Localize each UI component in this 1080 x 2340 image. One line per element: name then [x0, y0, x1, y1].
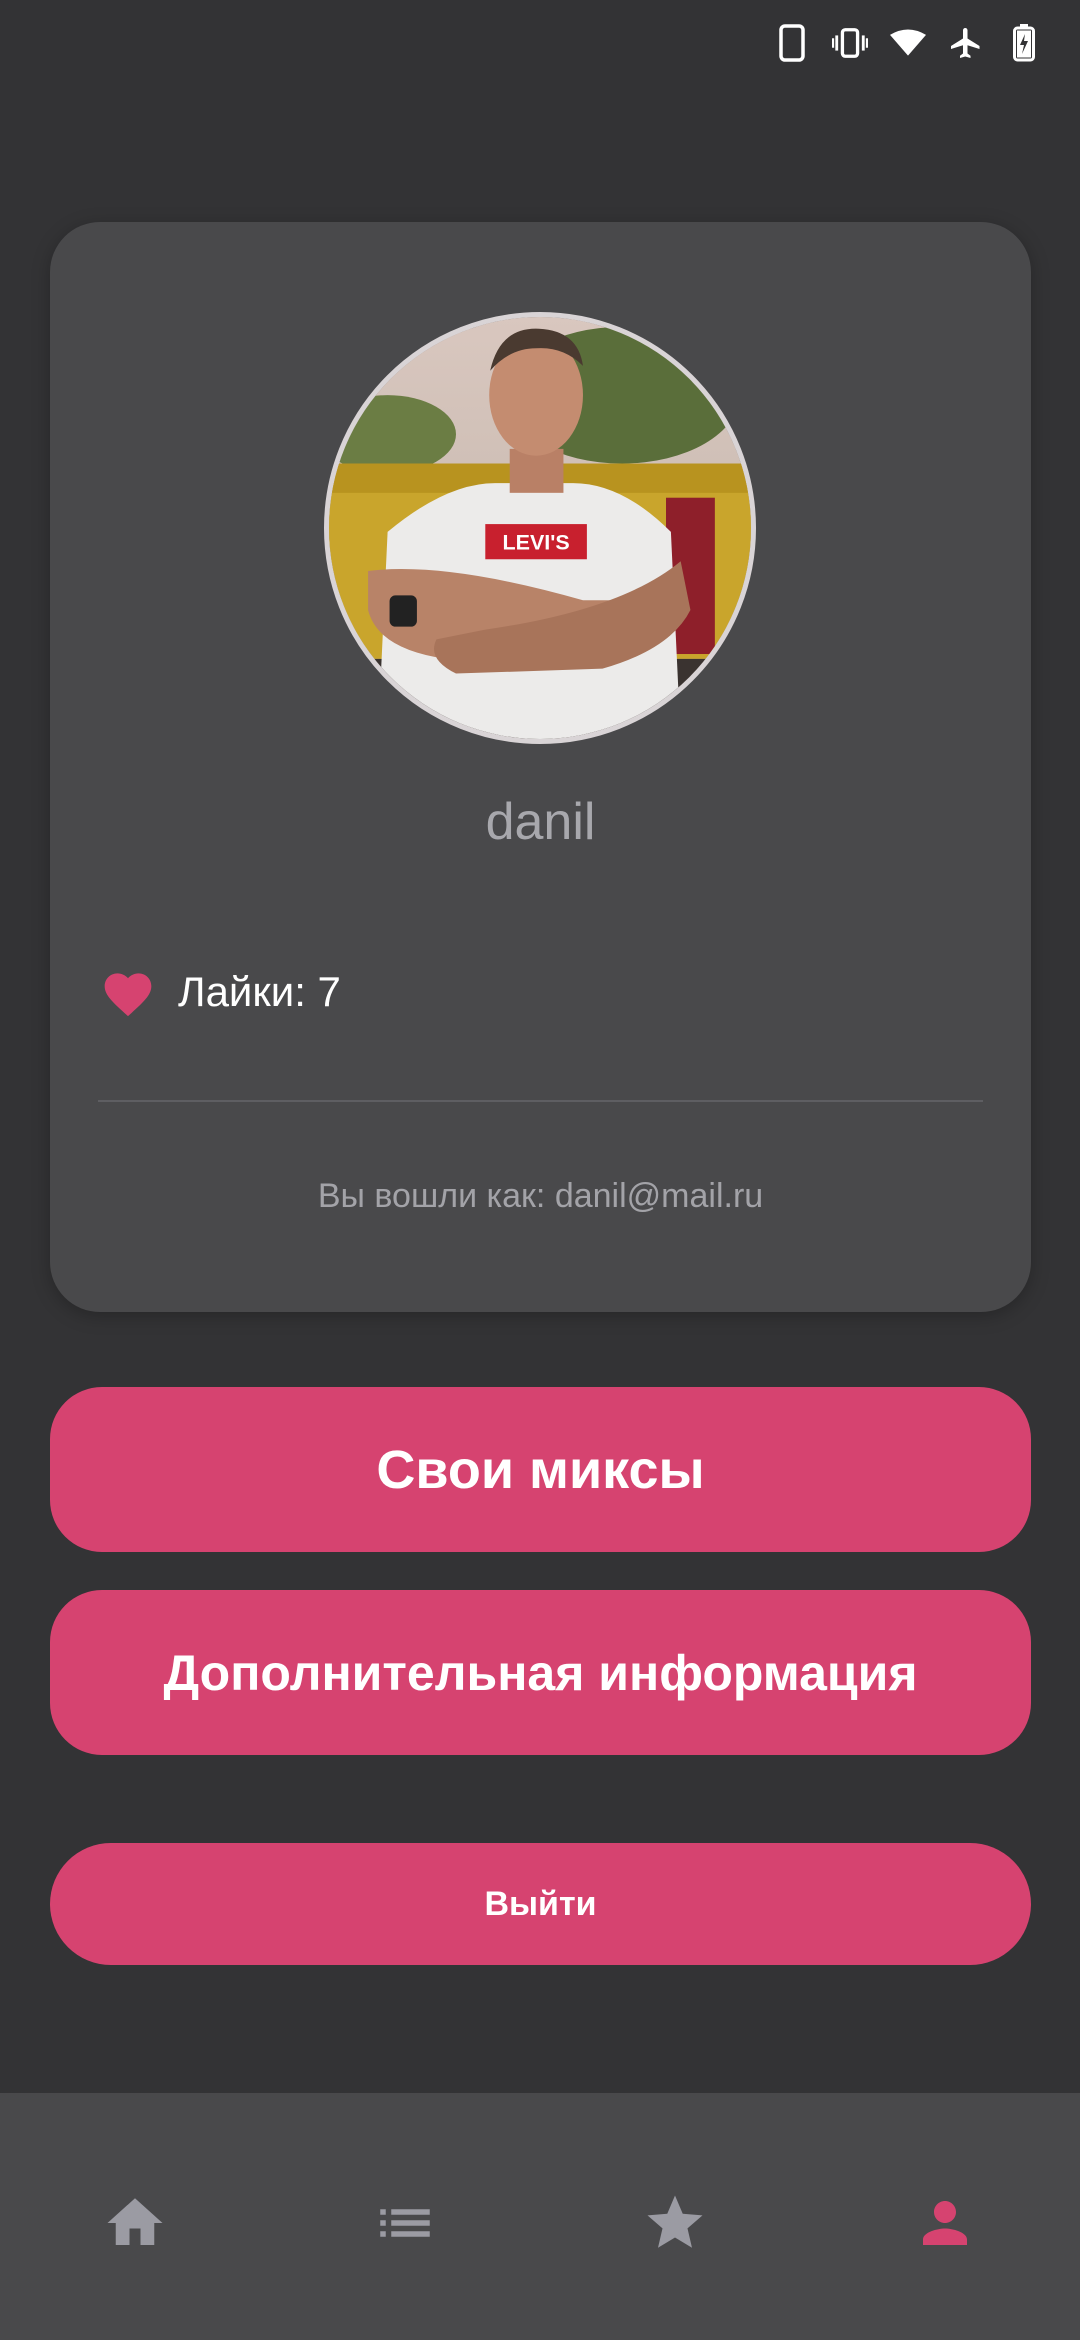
my-mixes-button[interactable]: Свои миксы	[50, 1387, 1031, 1552]
star-icon	[647, 2195, 703, 2248]
heart-icon	[104, 973, 152, 1017]
profile-screen: LEVI'S danil Лайки: 7 Вы вошли как: dani…	[0, 0, 1080, 2340]
nav-home[interactable]	[70, 2183, 200, 2263]
status-bar	[774, 18, 1042, 68]
avatar[interactable]: LEVI'S	[324, 312, 756, 744]
bottom-nav	[0, 2093, 1080, 2340]
person-icon	[923, 2201, 967, 2245]
vibrate-icon	[832, 23, 868, 63]
phone-icon	[774, 23, 810, 63]
additional-info-button[interactable]: Дополнительная информация	[50, 1590, 1031, 1755]
list-icon	[380, 2209, 430, 2237]
battery-charging-icon	[1006, 23, 1042, 63]
nav-list[interactable]	[340, 2183, 470, 2263]
logout-button[interactable]: Выйти	[50, 1843, 1031, 1965]
likes-row: Лайки: 7	[100, 962, 341, 1022]
home-icon	[107, 2198, 163, 2245]
profile-card: LEVI'S danil Лайки: 7 Вы вошли как: dani…	[50, 222, 1031, 1312]
airplane-icon	[948, 23, 984, 63]
username: danil	[485, 793, 596, 851]
nav-profile[interactable]	[880, 2183, 1010, 2263]
login-info: Вы вошли как: danil@mail.ru	[317, 1177, 764, 1215]
wifi-icon	[890, 23, 926, 63]
svg-text:LEVI'S: LEVI'S	[502, 530, 569, 554]
nav-favorites[interactable]	[610, 2183, 740, 2263]
divider	[98, 1100, 983, 1102]
likes-count: Лайки: 7	[178, 968, 341, 1015]
